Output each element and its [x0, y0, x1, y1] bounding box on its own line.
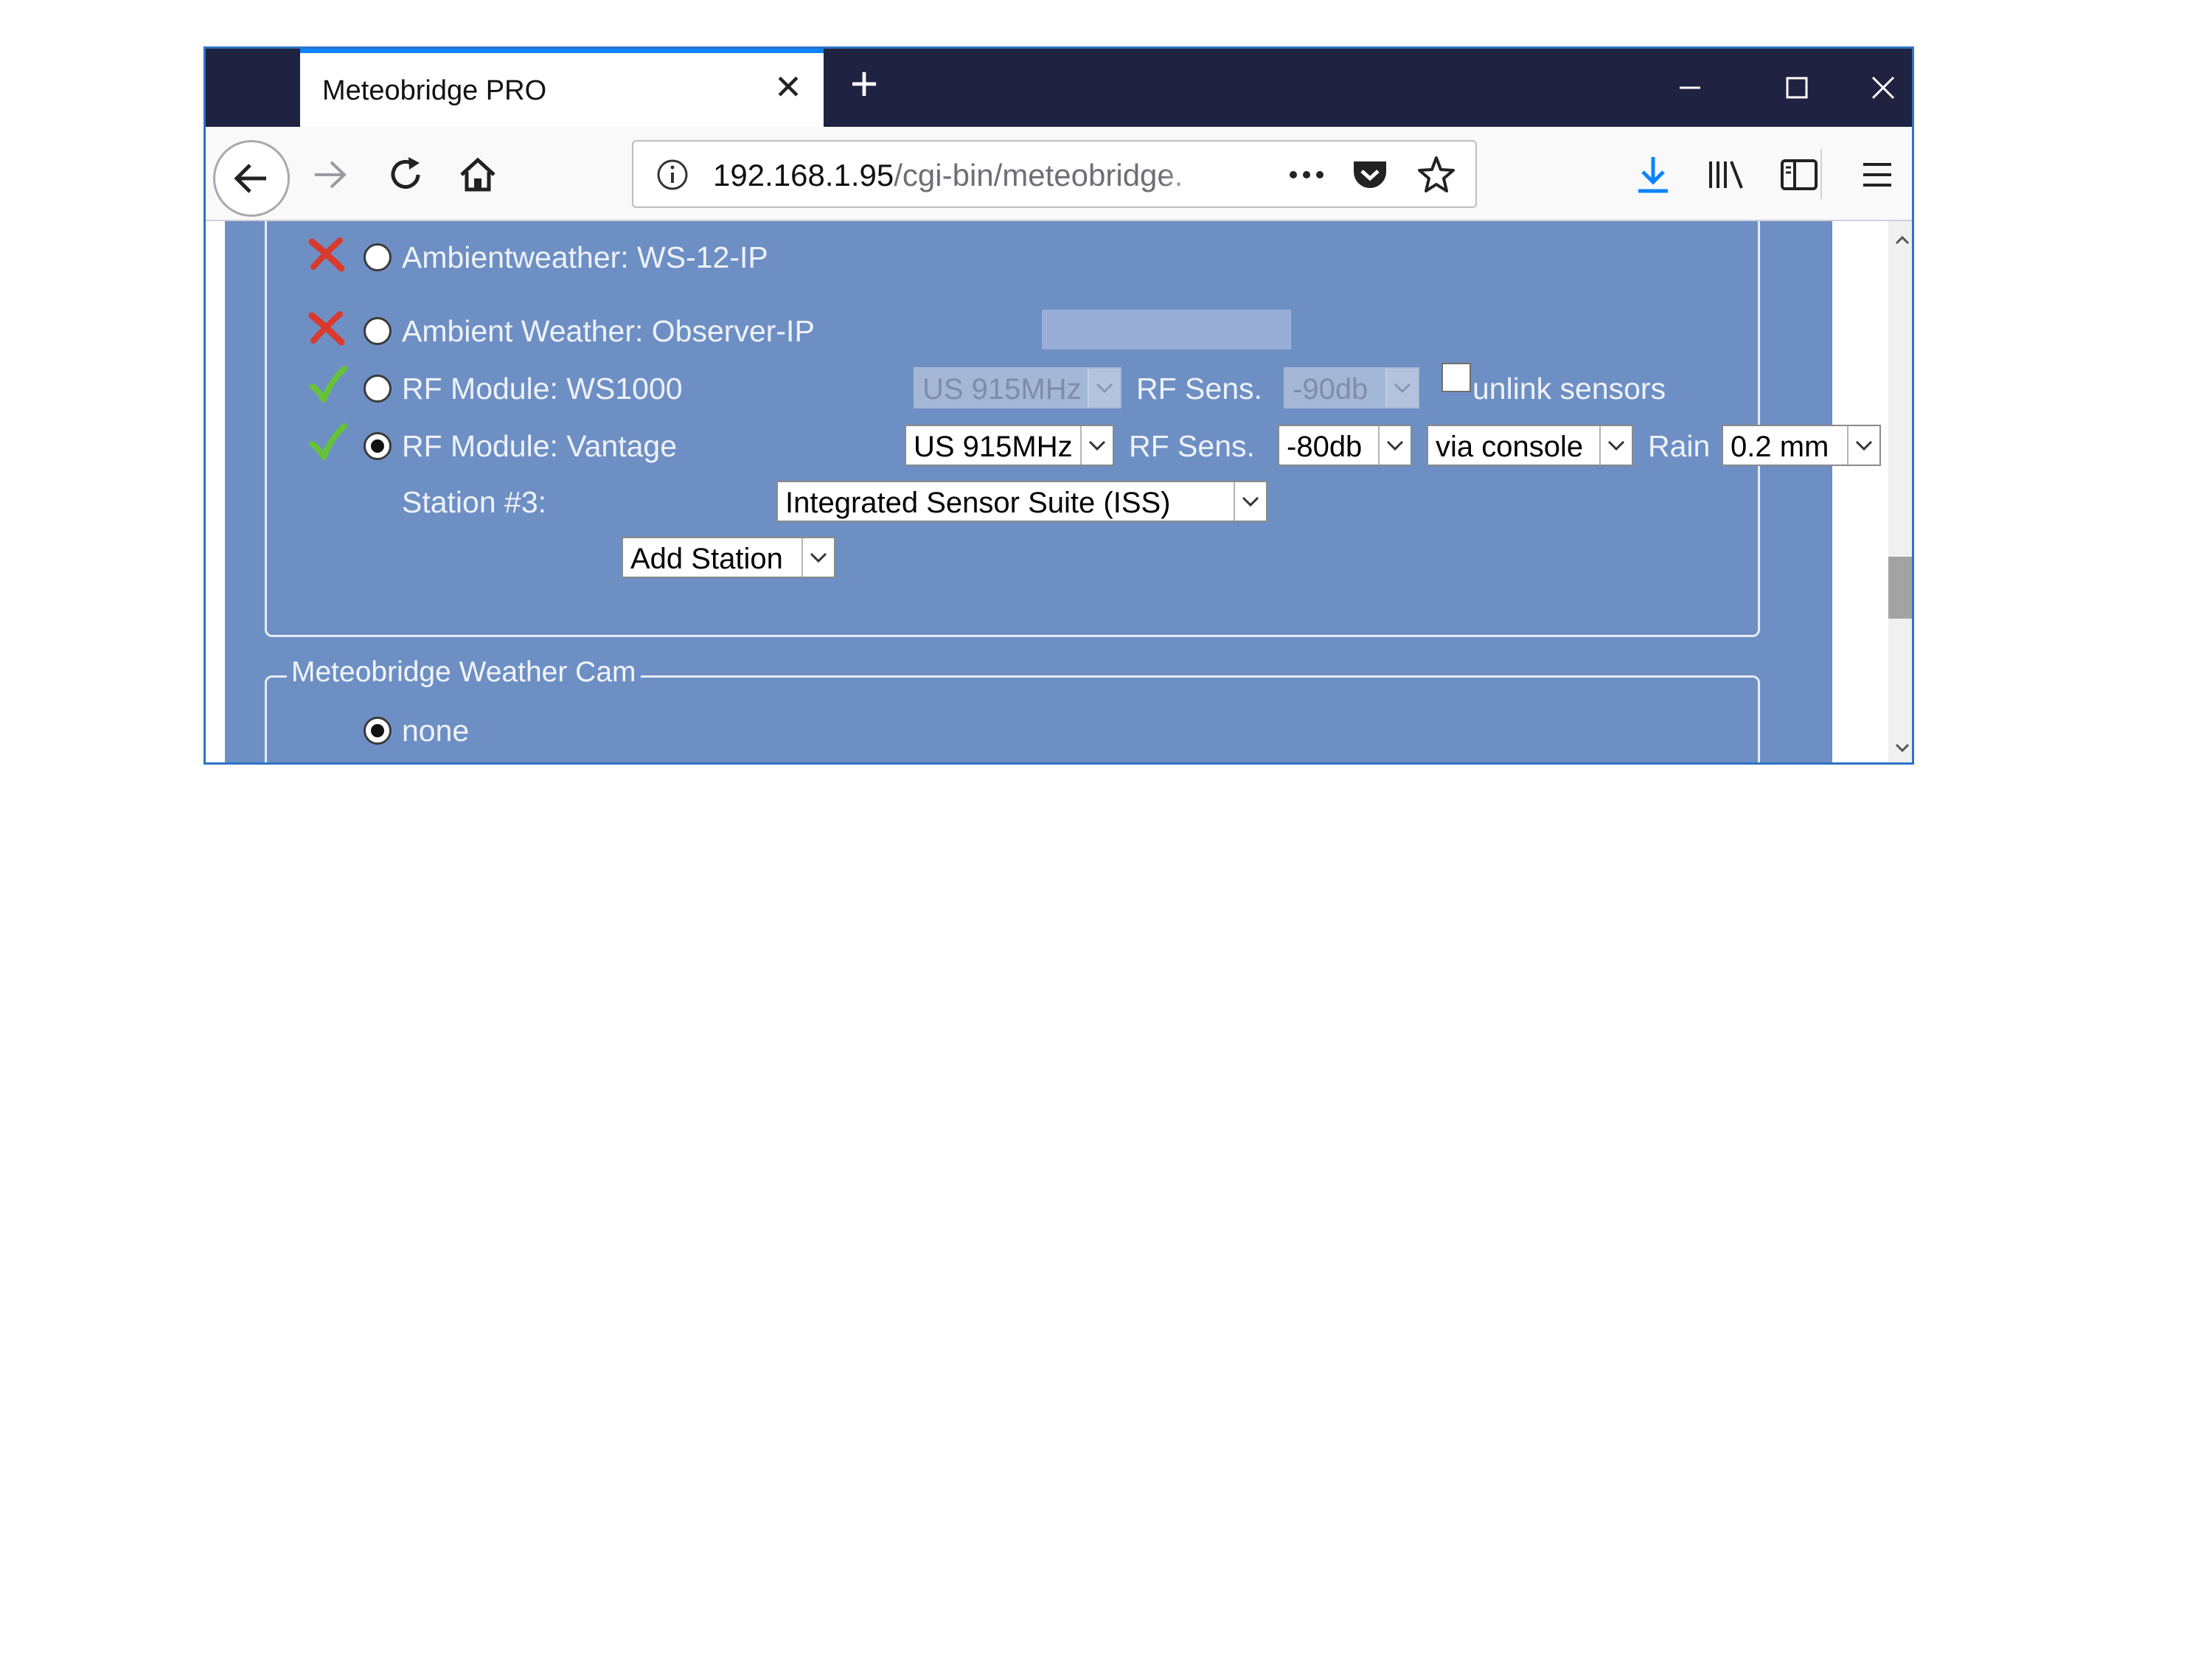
radio-vantage[interactable]	[364, 432, 392, 460]
ws1000-label: RF Module: WS1000	[402, 372, 683, 406]
page-actions-icon[interactable]	[1282, 150, 1331, 199]
unsupported-x-icon	[306, 234, 347, 276]
tab-title: Meteobridge PRO	[322, 75, 547, 106]
address-bar[interactable]: 192.168.1.95/cgi-bin/meteobridge.	[632, 140, 1477, 208]
observer-ip-input[interactable]	[1042, 310, 1291, 349]
ws1000-frequency-select: US 915MHz	[914, 367, 1121, 408]
radio-ws12ip[interactable]	[364, 243, 392, 271]
supported-check-icon	[307, 364, 349, 406]
weather-cam-legend: Meteobridge Weather Cam	[287, 656, 641, 689]
minimize-icon	[1679, 86, 1700, 89]
bookmark-star-icon[interactable]	[1412, 150, 1461, 199]
unlink-sensors-label: unlink sensors	[1472, 372, 1666, 406]
chevron-down-icon	[1088, 369, 1120, 407]
back-button[interactable]	[213, 140, 290, 217]
vertical-scrollbar[interactable]	[1888, 221, 1912, 762]
info-icon[interactable]	[648, 150, 697, 199]
pocket-icon[interactable]	[1346, 150, 1394, 199]
tab-bar: Meteobridge PRO ✕ +	[206, 49, 1912, 127]
close-tab-icon[interactable]: ✕	[769, 68, 807, 106]
scroll-thumb[interactable]	[1888, 557, 1912, 619]
tab-meteobridge[interactable]: Meteobridge PRO ✕	[300, 49, 824, 127]
download-icon	[1638, 157, 1668, 193]
reload-button[interactable]	[374, 143, 437, 206]
ws1000-frequency-value: US 915MHz	[922, 373, 1082, 406]
supported-check-icon	[307, 422, 349, 463]
minimize-button[interactable]	[1636, 49, 1743, 127]
library-button[interactable]	[1694, 143, 1757, 206]
chevron-down-icon	[1378, 426, 1411, 465]
page-viewport: Ambientweather: WS-12-IP Ambient Weather…	[206, 221, 1888, 762]
vantage-frequency-value: US 915MHz	[914, 431, 1073, 463]
chevron-down-icon	[1080, 426, 1113, 465]
close-window-button[interactable]	[1850, 49, 1912, 127]
ws1000-rf-sens-select: -90db	[1284, 367, 1419, 408]
unlink-sensors-checkbox[interactable]	[1441, 363, 1471, 392]
ws12ip-label: Ambientweather: WS-12-IP	[402, 240, 768, 274]
maximize-button[interactable]	[1743, 49, 1850, 127]
hamburger-menu-icon	[1863, 163, 1891, 187]
chevron-down-icon	[1599, 426, 1632, 465]
forward-button[interactable]	[299, 143, 362, 206]
ws1000-rf-sens-label: RF Sens.	[1136, 372, 1262, 406]
arrow-right-icon	[315, 161, 347, 189]
weather-cam-fieldset	[265, 675, 1760, 762]
chevron-down-icon	[1847, 426, 1879, 465]
add-station-value: Add Station	[630, 543, 783, 575]
chevron-down-icon	[1385, 369, 1418, 407]
vantage-rain-label: Rain	[1648, 429, 1711, 463]
home-icon	[460, 157, 495, 192]
cam-none-label: none	[402, 714, 470, 748]
sidebar-icon	[1781, 159, 1818, 190]
toolbar-divider	[1820, 149, 1822, 199]
menu-button[interactable]	[1846, 143, 1909, 206]
chevron-down-icon	[801, 538, 834, 577]
url-host: 192.168.1.95	[713, 158, 894, 192]
vantage-frequency-select[interactable]: US 915MHz	[905, 425, 1114, 466]
maximize-icon	[1786, 77, 1807, 99]
vantage-rf-sens-value: -80db	[1287, 431, 1363, 463]
station3-select[interactable]: Integrated Sensor Suite (ISS)	[776, 481, 1267, 522]
home-button[interactable]	[446, 143, 509, 206]
scroll-down-icon[interactable]	[1891, 737, 1912, 759]
close-icon	[1871, 76, 1895, 100]
vantage-rain-value: 0.2 mm	[1731, 431, 1829, 463]
ws1000-rf-sens-value: -90db	[1293, 373, 1368, 406]
vantage-mode-select[interactable]: via console	[1427, 425, 1633, 466]
radio-observer-ip[interactable]	[364, 317, 392, 345]
vantage-rain-select[interactable]: 0.2 mm	[1722, 425, 1881, 466]
arrow-left-icon	[234, 164, 266, 193]
navigation-bar: 192.168.1.95/cgi-bin/meteobridge.	[206, 127, 1912, 221]
library-icon	[1709, 161, 1743, 189]
observer-ip-label: Ambient Weather: Observer-IP	[402, 314, 815, 348]
radio-ws1000[interactable]	[364, 375, 392, 403]
url-text[interactable]: 192.168.1.95/cgi-bin/meteobridge.	[713, 158, 1222, 193]
page-content: Ambientweather: WS-12-IP Ambient Weather…	[225, 221, 1832, 762]
station3-label: Station #3:	[402, 485, 547, 519]
vantage-mode-value: via console	[1436, 431, 1584, 463]
browser-window: Meteobridge PRO ✕ + 192.168.1.95/cgi-bin…	[204, 46, 1914, 765]
url-path: /cgi-bin/meteobridge.	[894, 158, 1183, 192]
new-tab-button[interactable]: +	[838, 59, 890, 111]
unsupported-x-icon	[306, 308, 347, 349]
chevron-down-icon	[1234, 482, 1266, 521]
vantage-label: RF Module: Vantage	[402, 429, 678, 463]
vantage-rf-sens-label: RF Sens.	[1129, 429, 1255, 463]
radio-cam-none[interactable]	[364, 717, 392, 745]
downloads-button[interactable]	[1621, 143, 1685, 206]
station3-value: Integrated Sensor Suite (ISS)	[785, 487, 1171, 519]
reload-icon	[391, 157, 420, 189]
vantage-rf-sens-select[interactable]: -80db	[1278, 425, 1412, 466]
add-station-select[interactable]: Add Station	[622, 537, 835, 578]
scroll-up-icon[interactable]	[1891, 229, 1912, 251]
